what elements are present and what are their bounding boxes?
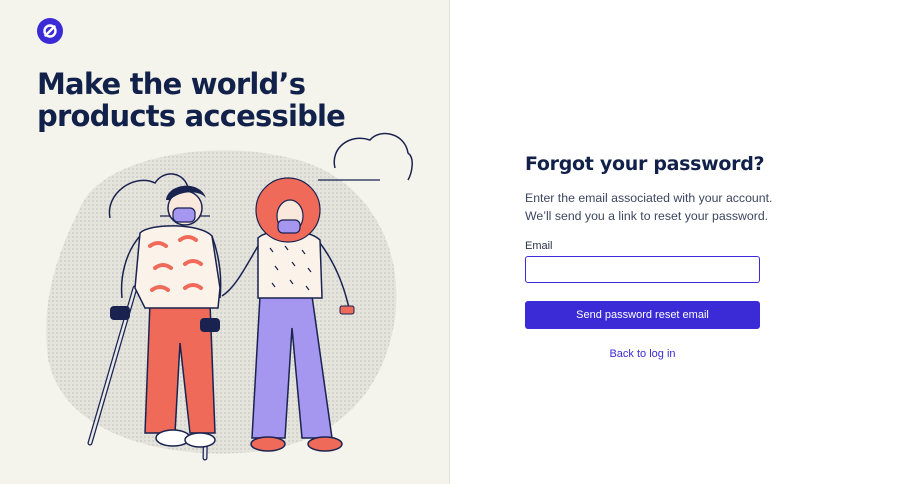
send-reset-email-button[interactable]: Send password reset email xyxy=(525,301,760,329)
logo-icon[interactable] xyxy=(37,18,63,44)
email-field[interactable] xyxy=(525,256,760,283)
back-to-login-link[interactable]: Back to log in xyxy=(525,348,760,360)
email-label: Email xyxy=(525,240,553,252)
page-title: Forgot your password? xyxy=(525,153,765,175)
form-panel: Forgot your password? Enter the email as… xyxy=(451,0,900,484)
description-line1: Enter the email associated with your acc… xyxy=(525,191,773,205)
people-illustration xyxy=(46,132,413,461)
illustration-panel: Make the world’s products accessible xyxy=(0,0,450,484)
form-description: Enter the email associated with your acc… xyxy=(525,189,785,225)
hero-headline: Make the world’s products accessible xyxy=(37,68,427,132)
hero-headline-line1: Make the world’s xyxy=(37,67,306,101)
description-line2: We’ll send you a link to reset your pass… xyxy=(525,209,769,223)
